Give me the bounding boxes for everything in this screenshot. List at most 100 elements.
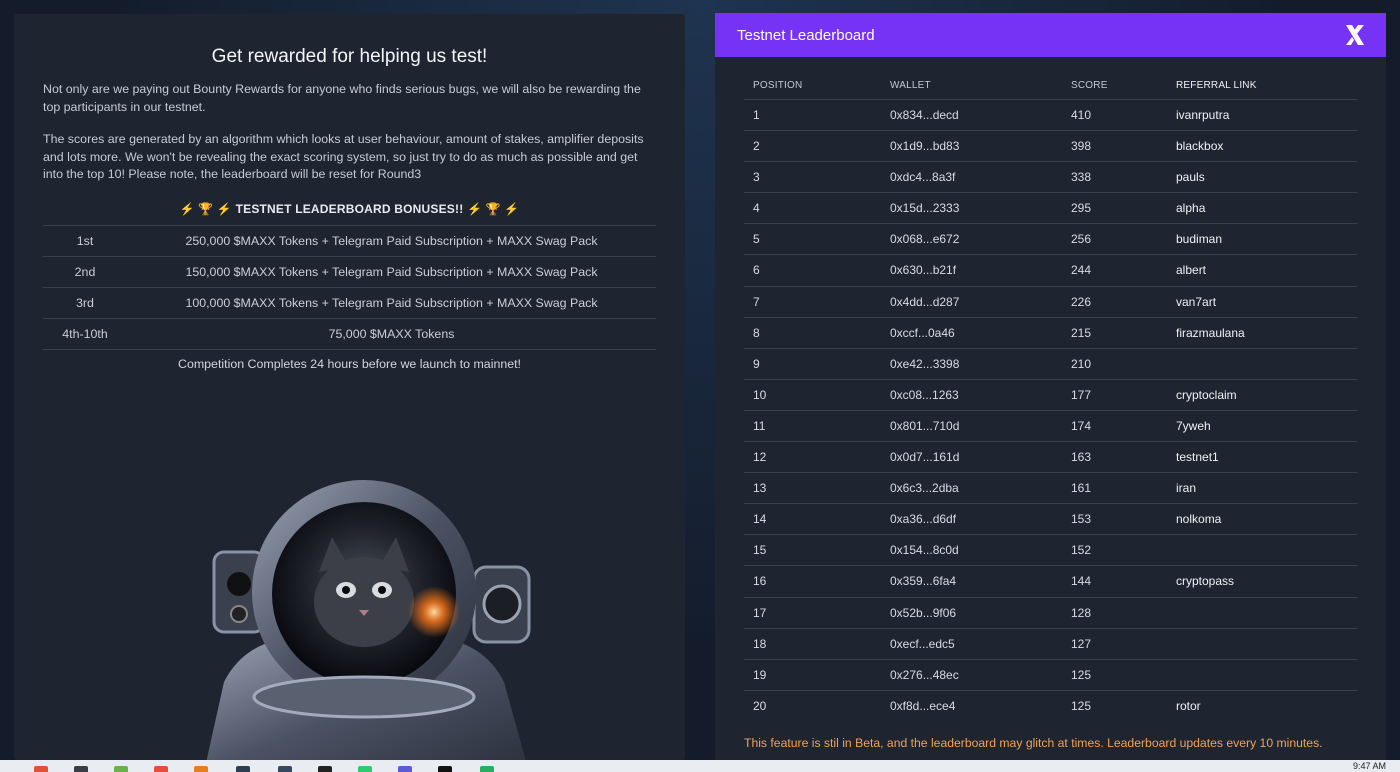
- table-row: 13 0x6c3...2dba 161 iran: [744, 473, 1357, 505]
- position-cell: 2: [753, 139, 760, 154]
- wallet-cell: 0x6c3...2dba: [890, 481, 959, 496]
- referral-cell: [1167, 629, 1357, 659]
- rewards-title: Get rewarded for helping us test!: [211, 46, 488, 67]
- score-cell: 161: [1071, 481, 1092, 496]
- score-cell: 153: [1071, 512, 1092, 527]
- score-cell: 226: [1071, 294, 1092, 309]
- score-cell: 338: [1071, 170, 1092, 185]
- taskbar-app-icon[interactable]: [318, 766, 332, 772]
- bonus-row: 4th-10th 75,000 $MAXX Tokens: [43, 319, 656, 350]
- taskbar-app-icon[interactable]: [236, 766, 250, 772]
- position-cell: 6: [753, 263, 760, 278]
- wallet-cell: 0xdc4...8a3f: [890, 170, 956, 185]
- table-row: 14 0xa36...d6df 153 nolkoma: [744, 504, 1357, 536]
- referral-cell: nolkoma: [1176, 512, 1222, 527]
- score-cell: 410: [1071, 108, 1092, 122]
- bonus-place: 3rd: [76, 295, 94, 310]
- position-cell: 15: [753, 543, 767, 558]
- position-cell: 19: [753, 667, 767, 682]
- bonus-row: 1st 250,000 $MAXX Tokens + Telegram Paid…: [43, 226, 656, 257]
- wallet-cell: 0xe42...3398: [890, 356, 960, 371]
- wallet-cell: 0xccf...0a46: [890, 325, 955, 340]
- leaderboard-rows: 1 0x834...decd 410 ivanrputra 2 0x1d9...bd83 3…: [744, 100, 1357, 722]
- taskbar-app-icon[interactable]: [358, 766, 372, 772]
- taskbar-app-icon[interactable]: [194, 766, 208, 772]
- leaderboard-header: Testnet Leaderboard: [715, 13, 1386, 57]
- table-row: 5 0x068...e672 256 budiman: [744, 224, 1357, 256]
- score-cell: 144: [1071, 574, 1092, 589]
- wallet-cell: 0x1d9...bd83: [890, 139, 960, 154]
- wallet-cell: 0xecf...edc5: [890, 636, 955, 651]
- score-cell: 177: [1071, 387, 1092, 402]
- table-row: 8 0xccf...0a46 215 firazmaulana: [744, 318, 1357, 349]
- score-cell: 127: [1071, 636, 1092, 651]
- leaderboard-title: Testnet Leaderboard: [737, 26, 875, 44]
- wallet-cell: 0x834...decd: [890, 108, 959, 122]
- taskbar-app-icon[interactable]: [278, 766, 292, 772]
- leaderboard-table: POSITION WALLET SCORE REFERRAL LINK 1 0x8…: [744, 76, 1357, 722]
- referral-cell: budiman: [1176, 232, 1223, 247]
- table-row: 17 0x52b...9f06 128: [744, 598, 1357, 629]
- bonus-prize: 150,000 $MAXX Tokens + Telegram Paid Sub…: [185, 264, 598, 279]
- score-cell: 174: [1071, 418, 1092, 433]
- referral-cell: firazmaulana: [1176, 325, 1245, 340]
- bonus-prize: 100,000 $MAXX Tokens + Telegram Paid Sub…: [185, 295, 598, 310]
- referral-cell: 7yweh: [1176, 418, 1211, 433]
- wallet-cell: 0xf8d...ece4: [890, 698, 956, 713]
- position-cell: 14: [753, 512, 767, 527]
- bonus-heading-text: TESTNET LEADERBOARD BONUSES!!: [235, 201, 464, 216]
- taskbar-app-icon[interactable]: [398, 766, 412, 772]
- position-cell: 4: [753, 201, 760, 216]
- table-row: 6 0x630...b21f 244 albert: [744, 255, 1357, 287]
- bonus-place: 4th-10th: [62, 326, 108, 341]
- score-cell: 128: [1071, 605, 1092, 620]
- referral-cell: [1167, 660, 1357, 690]
- column-header-position: POSITION: [753, 80, 803, 91]
- bonus-table: 1st 250,000 $MAXX Tokens + Telegram Paid…: [43, 224, 656, 350]
- taskbar: 9:47 AM: [0, 760, 1400, 772]
- taskbar-app-icon[interactable]: [154, 766, 168, 772]
- table-row: 1 0x834...decd 410 ivanrputra: [744, 100, 1357, 132]
- bonus-place: 2nd: [74, 264, 96, 279]
- referral-cell: van7art: [1176, 294, 1217, 309]
- wallet-cell: 0xa36...d6df: [890, 512, 957, 527]
- bonus-row: 3rd 100,000 $MAXX Tokens + Telegram Paid…: [43, 288, 656, 319]
- position-cell: 18: [753, 636, 767, 651]
- wallet-cell: 0x068...e672: [890, 232, 960, 247]
- position-cell: 8: [753, 325, 760, 340]
- x-logo-icon[interactable]: [1344, 24, 1366, 46]
- leaderboard-panel: Testnet Leaderboard POSITION WALLET SCOR…: [715, 13, 1386, 760]
- table-row: 12 0x0d7...161d 163 testnet1: [744, 442, 1357, 474]
- cat-astronaut-image: [206, 480, 531, 760]
- score-cell: 210: [1071, 356, 1092, 371]
- referral-cell: cryptoclaim: [1176, 387, 1237, 402]
- taskbar-app-icon[interactable]: [74, 766, 88, 772]
- table-row: 7 0x4dd...d287 226 van7art: [744, 287, 1357, 318]
- position-cell: 1: [753, 108, 760, 122]
- referral-cell: [1167, 535, 1357, 565]
- taskbar-app-icon[interactable]: [438, 766, 452, 772]
- table-row: 18 0xecf...edc5 127: [744, 629, 1357, 660]
- position-cell: 12: [753, 450, 767, 465]
- table-row: 9 0xe42...3398 210: [744, 349, 1357, 380]
- taskbar-app-icon[interactable]: [114, 766, 128, 772]
- table-row: 3 0xdc4...8a3f 338 pauls: [744, 162, 1357, 194]
- taskbar-app-icon[interactable]: [480, 766, 494, 772]
- bonus-row: 2nd 150,000 $MAXX Tokens + Telegram Paid…: [43, 257, 656, 288]
- position-cell: 3: [753, 170, 760, 185]
- position-cell: 17: [753, 605, 767, 620]
- table-row: 16 0x359...6fa4 144 cryptopass: [744, 566, 1357, 598]
- table-row: 4 0x15d...2333 295 alpha: [744, 193, 1357, 225]
- referral-cell: ivanrputra: [1176, 108, 1230, 122]
- wallet-cell: 0x359...6fa4: [890, 574, 957, 589]
- score-cell: 295: [1071, 201, 1092, 216]
- position-cell: 9: [753, 356, 760, 371]
- taskbar-app-icon[interactable]: [34, 766, 48, 772]
- score-cell: 125: [1071, 698, 1092, 713]
- wallet-cell: 0x0d7...161d: [890, 450, 960, 465]
- taskbar-clock[interactable]: 9:47 AM: [1353, 761, 1386, 771]
- rewards-paragraph-1: Not only are we paying out Bounty Reward…: [43, 82, 641, 114]
- wallet-cell: 0x154...8c0d: [890, 543, 959, 558]
- referral-cell: alpha: [1176, 201, 1206, 216]
- score-cell: 163: [1071, 450, 1092, 465]
